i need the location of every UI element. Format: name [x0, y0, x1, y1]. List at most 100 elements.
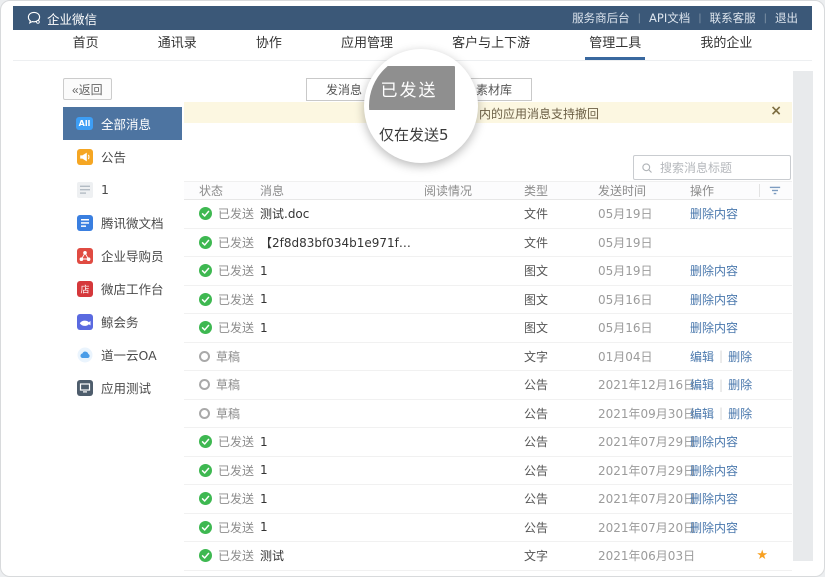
actions-cell: 编辑|删除 [690, 376, 792, 393]
table-row: 已发送1图文05月16日删除内容 [184, 286, 792, 315]
action-link[interactable]: 编辑 [690, 376, 714, 393]
action-link[interactable]: 删除内容 [690, 262, 738, 279]
search-icon [641, 162, 653, 174]
type-cell: 文字 [524, 547, 598, 564]
sidebar-item[interactable]: 1 [63, 173, 182, 206]
type-cell: 公告 [524, 519, 598, 536]
action-link[interactable]: 删除 [728, 348, 752, 365]
sidebar-item-label: 企业导购员 [101, 246, 164, 265]
topbar-link[interactable]: 退出 [775, 10, 798, 26]
type-cell: 图文 [524, 291, 598, 308]
sidebar-item[interactable]: 应用测试 [63, 371, 182, 404]
action-link[interactable]: 删除内容 [690, 433, 738, 450]
sent-check-icon [199, 207, 212, 220]
type-cell: 公告 [524, 490, 598, 507]
sidebar-item-label: 公告 [101, 147, 126, 166]
status-cell: 已发送 [184, 262, 260, 279]
status-cell: 已发送 [184, 205, 260, 222]
topbar-links: 服务商后台|API文档|联系客服|退出 [572, 10, 798, 26]
nav-tab-4[interactable]: 应用管理 [337, 30, 397, 60]
star-icon[interactable]: ★ [756, 548, 768, 563]
draft-circle-icon [199, 408, 210, 419]
all-badge: All [76, 116, 93, 132]
status-label: 草稿 [216, 348, 240, 365]
magnifier-content: 已发送 仅在发送5 [369, 54, 473, 158]
date-cell: 2021年06月03日 [598, 547, 690, 564]
search-box [633, 155, 791, 180]
sent-check-icon [199, 521, 212, 534]
topbar-link-separator: | [764, 13, 767, 24]
all-badge: All [76, 117, 93, 130]
table-row: 已发送1公告2021年07月20日删除内容 [184, 514, 792, 543]
status-cell: 已发送 [184, 291, 260, 308]
sidebar-item[interactable]: 道一云OA [63, 338, 182, 371]
search-input[interactable] [658, 160, 783, 176]
status-label: 已发送 [218, 547, 254, 564]
action-link[interactable]: 删除内容 [690, 319, 738, 336]
type-cell: 公告 [524, 433, 598, 450]
topbar-link[interactable]: 联系客服 [710, 10, 756, 26]
status-label: 已发送 [218, 462, 254, 479]
nav-tab-7[interactable]: 我的企业 [696, 30, 756, 60]
action-link[interactable]: 删除内容 [690, 490, 738, 507]
col-message: 消息 [260, 182, 424, 199]
notice-text: 内的应用消息支持撤回 [479, 105, 599, 122]
sidebar-item[interactable]: 店微店工作台 [63, 272, 182, 305]
topbar-link[interactable]: 服务商后台 [572, 10, 630, 26]
sidebar-item-label: 1 [101, 182, 109, 197]
action-link[interactable]: 编辑 [690, 348, 714, 365]
table-row: 已发送1图文05月16日删除内容 [184, 314, 792, 343]
sent-check-icon [199, 264, 212, 277]
sidebar-item[interactable]: 企业导购员 [63, 239, 182, 272]
action-link[interactable]: 删除 [728, 376, 752, 393]
table-row: 草稿公告2021年09月30日编辑|删除 [184, 400, 792, 429]
date-cell: 2021年09月30日 [598, 405, 690, 422]
whale-icon [76, 314, 93, 330]
action-link[interactable]: 编辑 [690, 405, 714, 422]
actions-cell: 删除内容 [690, 262, 792, 279]
date-cell: 05月19日 [598, 205, 690, 222]
action-link[interactable]: 删除内容 [690, 519, 738, 536]
nav-tab-3[interactable]: 协作 [252, 30, 286, 60]
message-cell: 1 [260, 463, 424, 477]
col-date: 发送时间 [598, 182, 690, 199]
type-cell: 文件 [524, 234, 598, 251]
draft-circle-icon [199, 351, 210, 362]
message-cell: 1 [260, 492, 424, 506]
status-cell: 已发送 [184, 319, 260, 336]
status-label: 已发送 [218, 234, 254, 251]
action-link[interactable]: 删除内容 [690, 462, 738, 479]
sidebar-item[interactable]: All全部消息 [63, 107, 182, 140]
action-separator: | [719, 349, 723, 363]
sidebar-item-label: 微店工作台 [101, 279, 164, 298]
table-row: 已发送测试文字2021年06月03日★ [184, 542, 792, 571]
nav-tab-2[interactable]: 通讯录 [154, 30, 201, 60]
status-label: 已发送 [218, 205, 254, 222]
actions-cell: 删除内容 [690, 519, 792, 536]
back-button[interactable]: «返回 [63, 78, 112, 100]
nav-tab-5[interactable]: 客户与上下游 [448, 30, 534, 60]
sidebar-item[interactable]: 鲸会务 [63, 305, 182, 338]
nav-tab-6[interactable]: 管理工具 [585, 30, 645, 60]
date-cell: 2021年07月29日 [598, 462, 690, 479]
sidebar-item[interactable]: 腾讯微文档 [63, 206, 182, 239]
topbar-link[interactable]: API文档 [649, 10, 690, 26]
type-cell: 公告 [524, 405, 598, 422]
chat-bubble-icon [27, 11, 41, 25]
status-label: 已发送 [218, 519, 254, 536]
status-cell: 草稿 [184, 405, 260, 422]
action-link[interactable]: 删除内容 [690, 291, 738, 308]
filter-icon[interactable] [759, 184, 792, 197]
app-logo[interactable]: 企业微信 [27, 9, 97, 28]
nav-tab-1[interactable]: 首页 [69, 30, 103, 60]
col-ops: 操作 [690, 182, 792, 199]
sidebar-item[interactable]: 公告 [63, 140, 182, 173]
message-cell: 1 [260, 321, 424, 335]
svg-text:店: 店 [80, 283, 89, 295]
action-link[interactable]: 删除 [728, 405, 752, 422]
action-link[interactable]: 删除内容 [690, 205, 738, 222]
status-cell: 已发送 [184, 490, 260, 507]
close-icon[interactable]: × [770, 103, 782, 119]
date-cell: 2021年07月20日 [598, 490, 690, 507]
status-cell: 草稿 [184, 348, 260, 365]
